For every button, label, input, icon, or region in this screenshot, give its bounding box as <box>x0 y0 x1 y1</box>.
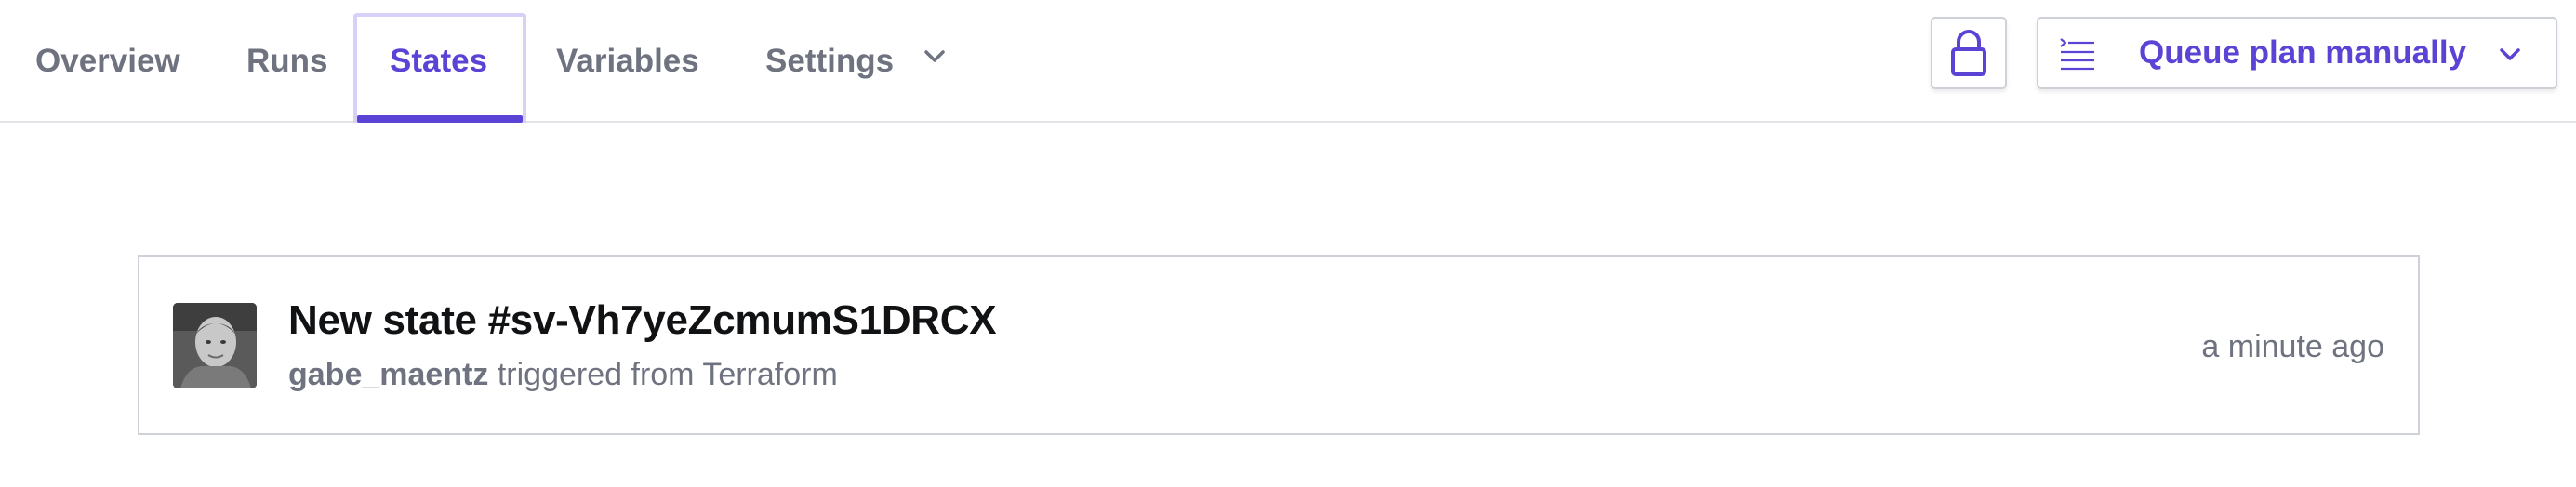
tab-states-label: States <box>390 43 488 79</box>
state-timestamp: a minute ago <box>2201 329 2384 364</box>
tab-runs[interactable]: Runs <box>246 0 328 123</box>
state-user[interactable]: gabe_maentz <box>288 357 488 392</box>
tab-runs-label: Runs <box>246 43 328 79</box>
state-subtitle: gabe_maentz triggered from Terraform <box>288 357 838 393</box>
chevron-down-icon[interactable] <box>921 43 949 71</box>
active-tab-indicator <box>357 115 523 123</box>
lock-icon <box>1951 30 1986 76</box>
state-trigger-text: triggered from Terraform <box>497 357 838 392</box>
state-title[interactable]: New state #sv-Vh7yeZcmumS1DRCX <box>288 297 997 344</box>
lock-button[interactable] <box>1931 17 2007 89</box>
queue-plan-label: Queue plan manually <box>2139 34 2467 71</box>
chevron-down-icon[interactable] <box>2496 41 2524 69</box>
avatar <box>173 303 257 388</box>
tab-settings-label: Settings <box>765 43 895 79</box>
tab-variables[interactable]: Variables <box>556 0 699 123</box>
tab-overview-label: Overview <box>35 43 180 79</box>
user-avatar-image <box>173 303 257 388</box>
tab-states[interactable]: States <box>390 0 487 123</box>
tab-settings[interactable]: Settings <box>765 0 894 123</box>
tab-overview[interactable]: Overview <box>35 0 180 123</box>
top-navigation-bar: Overview Runs States Variables Settings … <box>0 0 2576 123</box>
queue-plan-button[interactable]: Queue plan manually <box>2037 17 2557 89</box>
terminal-lines-icon <box>2060 38 2094 71</box>
tab-variables-label: Variables <box>556 43 699 79</box>
state-list-item[interactable]: New state #sv-Vh7yeZcmumS1DRCX gabe_maen… <box>138 255 2420 435</box>
